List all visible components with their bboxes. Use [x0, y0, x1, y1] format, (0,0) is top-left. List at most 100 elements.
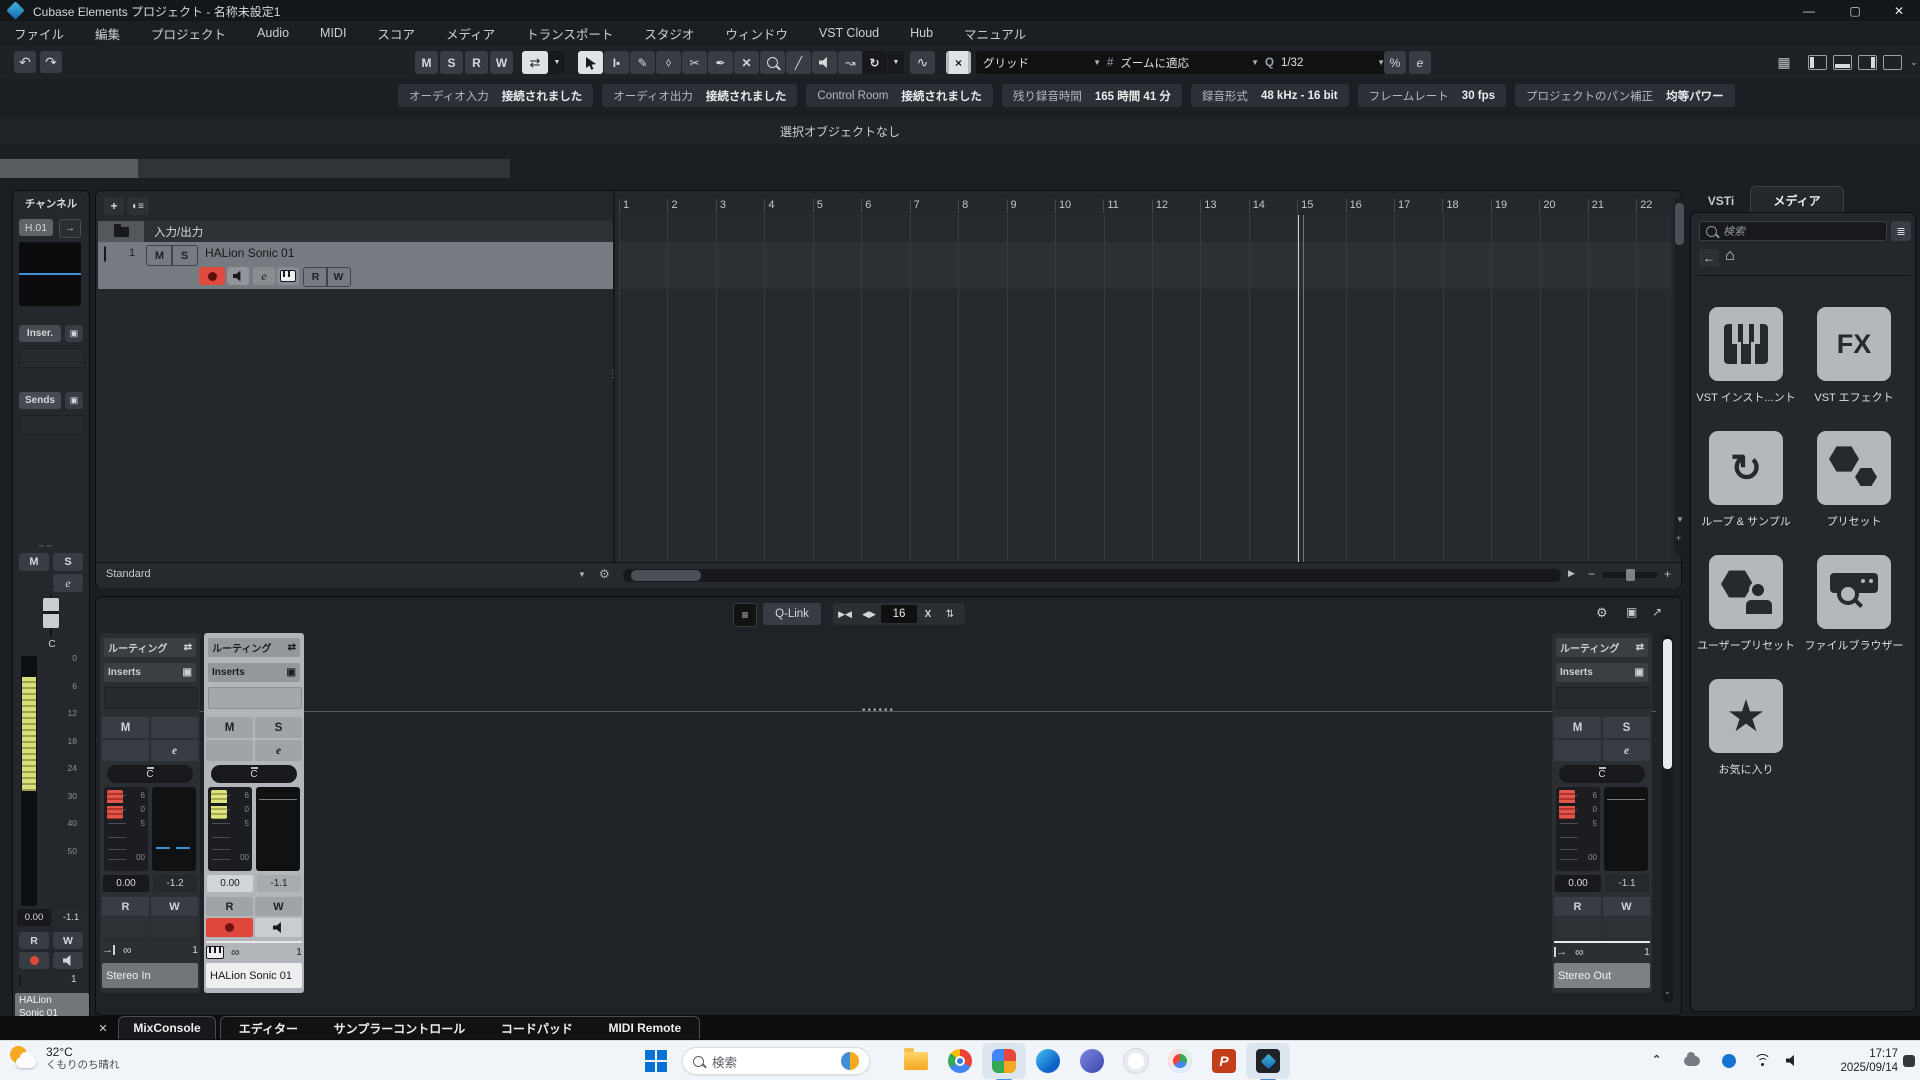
split-tool-icon[interactable]: ✂: [682, 51, 707, 74]
close-lower-zone-icon[interactable]: ✕: [94, 1019, 112, 1037]
hzoom-slider-thumb[interactable]: [1626, 569, 1635, 581]
tile-favorites[interactable]: ★: [1709, 679, 1783, 753]
volume-icon[interactable]: [1786, 1055, 1797, 1066]
strip-solo-button[interactable]: S: [255, 717, 302, 738]
strip-read-button[interactable]: R: [206, 897, 253, 916]
audition-tool-icon[interactable]: [812, 51, 837, 74]
channel-edit-button[interactable]: e: [53, 574, 83, 592]
strip-fader[interactable]: 6 0 5 00: [208, 787, 252, 871]
track-preset-label[interactable]: Standard: [106, 568, 151, 580]
start-button[interactable]: [645, 1050, 667, 1072]
channel-solo-button[interactable]: S: [53, 553, 83, 571]
hzoom-slider[interactable]: [1602, 572, 1658, 578]
strip-name-label[interactable]: Stereo In: [102, 963, 198, 988]
send-slot[interactable]: [19, 415, 85, 435]
strip-peak-value[interactable]: -1.1: [1605, 875, 1649, 892]
edge-icon[interactable]: [1026, 1043, 1070, 1079]
tile-user-presets[interactable]: [1709, 555, 1783, 629]
tray-cloud-icon[interactable]: [1684, 1056, 1700, 1066]
status-segment[interactable]: プロジェクトのパン補正均等パワー: [1515, 84, 1735, 107]
mixconsole-window-icon[interactable]: ▣: [1626, 605, 1637, 619]
hzoom-plus-icon[interactable]: +: [1664, 567, 1671, 581]
status-segment[interactable]: オーディオ入力接続されました: [398, 84, 593, 107]
inserts-bypass-icon[interactable]: ▣: [65, 325, 83, 342]
track-solo-button[interactable]: S: [171, 245, 198, 266]
media-search-input[interactable]: 検索: [1699, 221, 1887, 241]
project-vscrollbar[interactable]: ▼ +: [1674, 197, 1685, 555]
mixer-strip-halion[interactable]: ルーティング⇄ Inserts▣ M S e C 6 0 5 00 0.00 -…: [204, 633, 304, 993]
routing-bar[interactable]: ルーティング⇄: [208, 638, 300, 657]
narrow-channels-icon[interactable]: ▶◀: [833, 609, 857, 620]
status-segment[interactable]: 録音形式48 kHz - 16 bit: [1191, 84, 1349, 107]
iterative-quantize-icon[interactable]: %: [1384, 51, 1406, 74]
tab-editor[interactable]: エディター: [239, 1020, 298, 1037]
strip-peak-value[interactable]: -1.1: [257, 875, 301, 892]
undo-button[interactable]: ↶: [14, 51, 36, 73]
zones-setup-icon[interactable]: [1883, 55, 1902, 70]
updown-arrows-icon[interactable]: ⇅: [939, 609, 961, 620]
draw-tool-icon[interactable]: ✎: [630, 51, 655, 74]
menu-item[interactable]: Hub: [908, 23, 935, 43]
track-record-button[interactable]: [199, 267, 225, 285]
channel-mute-button[interactable]: M: [19, 553, 49, 571]
event-edit-icon[interactable]: e: [1409, 51, 1431, 74]
loop-dropdown[interactable]: ▼: [888, 51, 904, 74]
channel-monitor-button[interactable]: [53, 952, 83, 969]
file-explorer-icon[interactable]: [894, 1043, 938, 1079]
track-write-button[interactable]: W: [326, 267, 351, 287]
zoom-tool-icon[interactable]: [760, 51, 785, 74]
strip-monitor-cell[interactable]: [1603, 918, 1650, 937]
vzoom-minus-icon[interactable]: ▼: [1676, 515, 1684, 524]
taskbar-weather-widget[interactable]: 32°C くもりのち晴れ: [8, 1044, 120, 1074]
rack-divider-handle[interactable]: ••••••: [862, 705, 895, 716]
strip-edit-button[interactable]: e: [151, 740, 198, 761]
status-segment[interactable]: フレームレート30 fps: [1358, 84, 1506, 107]
strip-fader[interactable]: 6 0 5 00: [104, 787, 148, 871]
insert-slot[interactable]: [208, 687, 302, 709]
strip-record-button[interactable]: [206, 918, 253, 937]
mix-vscroll-thumb[interactable]: [1663, 639, 1672, 769]
close-button[interactable]: ✕: [1878, 0, 1920, 21]
strip-name-label[interactable]: HALion Sonic 01: [206, 963, 302, 988]
chrome-icon[interactable]: [938, 1043, 982, 1079]
redo-button[interactable]: ↷: [40, 51, 62, 73]
strip-write-button[interactable]: W: [1603, 897, 1650, 916]
channel-read-button[interactable]: R: [19, 932, 49, 949]
range-tool-icon[interactable]: I▪: [604, 51, 629, 74]
lower-zone-toggle-icon[interactable]: [1833, 55, 1852, 70]
tile-file-browser[interactable]: [1817, 555, 1891, 629]
strip-write-button[interactable]: W: [151, 897, 198, 916]
taskbar-clock[interactable]: 17:17 2025/09/14: [1822, 1047, 1898, 1075]
copilot-icon[interactable]: [1114, 1043, 1158, 1079]
vscroll-thumb[interactable]: [1675, 203, 1684, 245]
browser-icon[interactable]: [1158, 1043, 1202, 1079]
track-edit-button[interactable]: e: [253, 267, 275, 285]
tray-bluetooth-icon[interactable]: [1722, 1054, 1736, 1068]
channel-open-icon[interactable]: →: [59, 219, 81, 238]
status-segment[interactable]: オーディオ出力接続されました: [602, 84, 797, 107]
snap-type-dropdown[interactable]: グリッド▼: [976, 51, 1108, 74]
menu-item[interactable]: スコア: [375, 21, 417, 46]
strip-solo-cell[interactable]: [151, 717, 198, 738]
left-zone-toggle-icon[interactable]: [1808, 55, 1827, 70]
minimize-button[interactable]: —: [1786, 0, 1832, 21]
rack-settings-icon[interactable]: ≡: [733, 603, 757, 627]
channel-fader-cap[interactable]: [43, 598, 59, 628]
menu-item[interactable]: ウィンドウ: [723, 21, 790, 46]
mixer-strip-stereo-in[interactable]: ルーティング⇄ Inserts▣ M e C 6 0 5 00 0.00 -1.…: [100, 633, 200, 993]
insert-slot[interactable]: [1556, 687, 1650, 709]
right-zone-toggle-icon[interactable]: [1858, 55, 1877, 70]
strip-read-button[interactable]: R: [102, 897, 149, 916]
fader-cap[interactable]: [1559, 790, 1575, 819]
strip-edit-button[interactable]: e: [1603, 740, 1650, 761]
tracklist-splitter-handle[interactable]: ⋮: [608, 369, 618, 380]
menu-item[interactable]: VST Cloud: [817, 23, 881, 43]
tile-presets[interactable]: [1817, 431, 1891, 505]
strip-solo-button[interactable]: S: [1603, 717, 1650, 738]
event-display[interactable]: [619, 215, 1671, 562]
inserts-bar[interactable]: Inserts▣: [1556, 663, 1648, 682]
tab-sampler-control[interactable]: サンプラーコントロール: [334, 1020, 466, 1037]
channel-slot-button[interactable]: H.01: [19, 219, 53, 236]
notification-center-icon[interactable]: [1903, 1055, 1915, 1067]
routing-bar[interactable]: ルーティング⇄: [1556, 638, 1648, 657]
